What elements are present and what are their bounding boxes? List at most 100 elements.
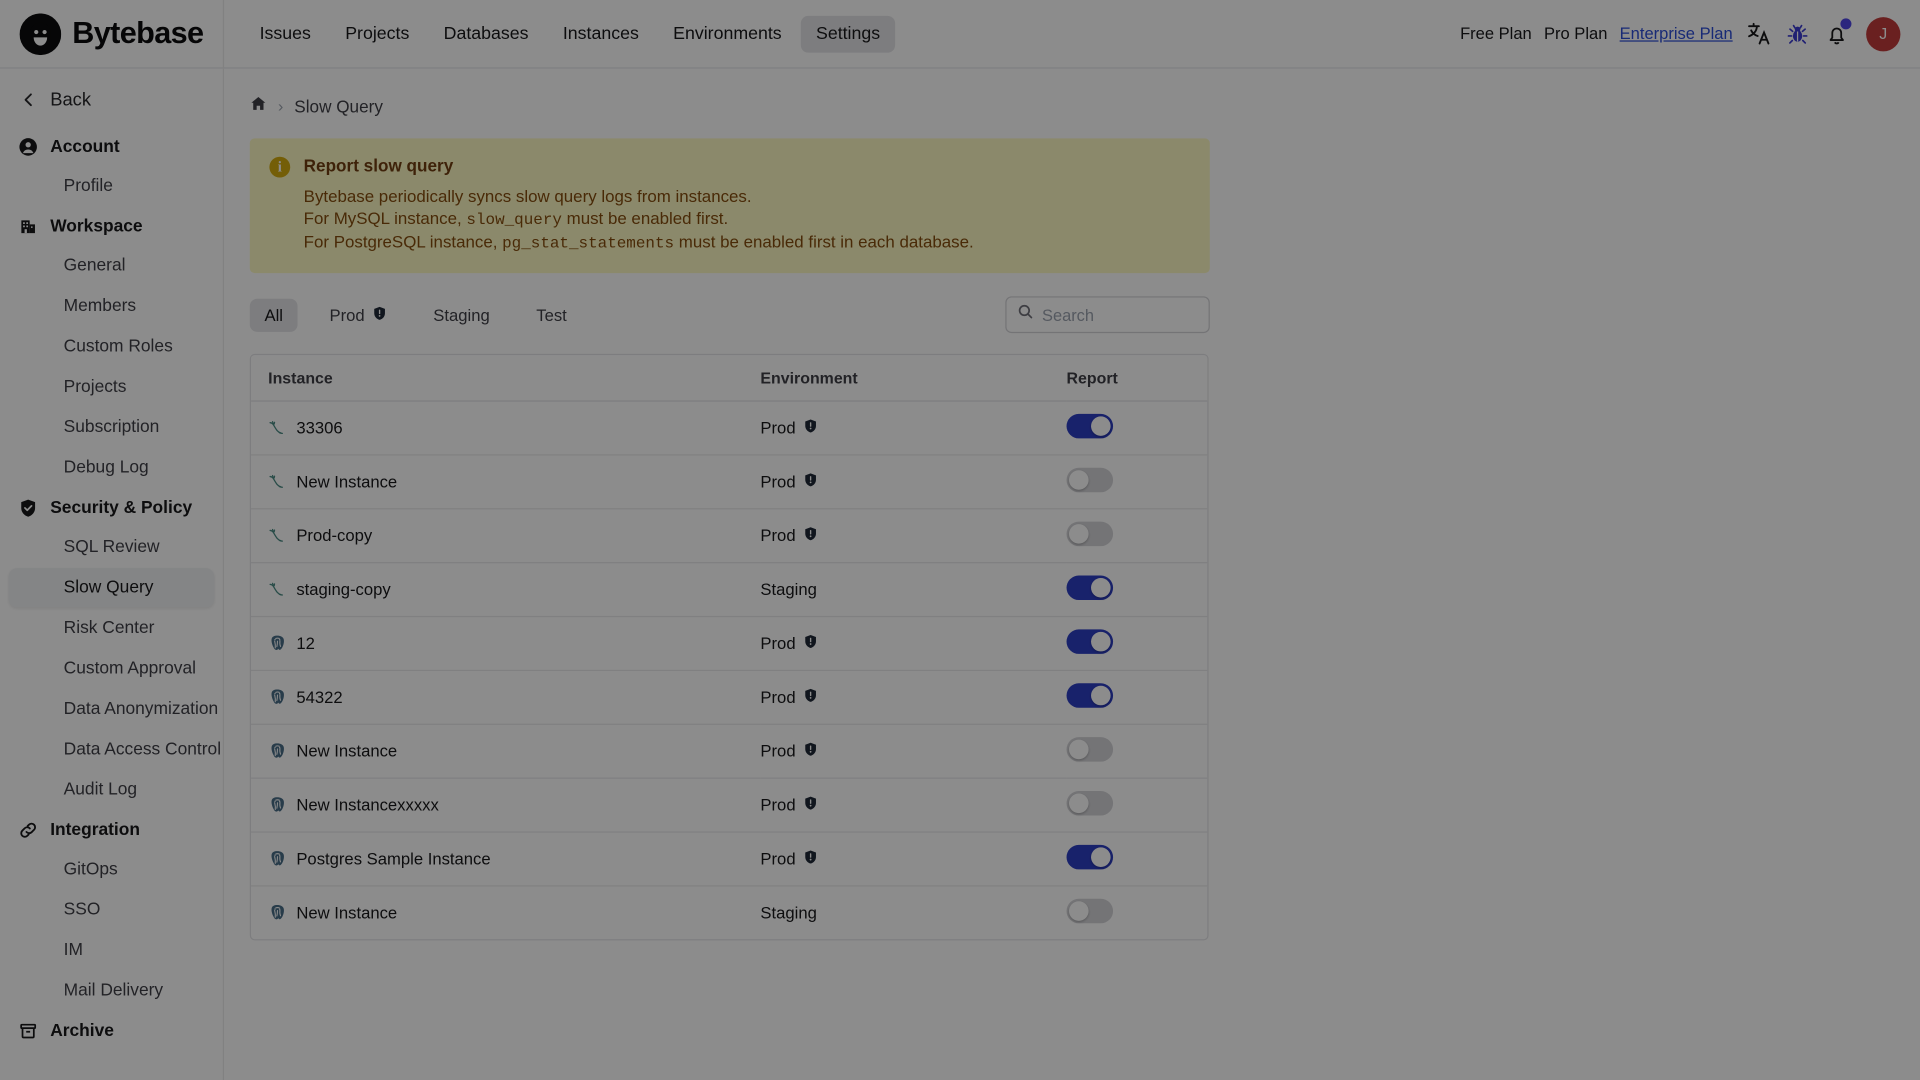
table-row[interactable]: Postgres Sample Instance Prod xyxy=(251,832,1208,887)
sidebar-group-account[interactable]: Account xyxy=(0,127,223,165)
nav-item-environments[interactable]: Environments xyxy=(658,15,796,52)
env-tab-staging-label: Staging xyxy=(433,305,490,324)
table-body: 33306 Prod New Instance Prod Prod-copy Prod st… xyxy=(251,401,1208,939)
sidebar-group-label: Integration xyxy=(50,819,140,840)
sidebar-group-label: Archive xyxy=(50,1020,114,1041)
brand[interactable]: Bytebase xyxy=(0,0,225,68)
translate-icon[interactable] xyxy=(1745,20,1772,47)
sidebar-item-data-access-control[interactable]: Data Access Control xyxy=(9,730,221,769)
sidebar-item-sql-review[interactable]: SQL Review xyxy=(9,528,215,567)
sidebar-item-custom-roles[interactable]: Custom Roles xyxy=(9,327,215,366)
sidebar-item-gitops[interactable]: GitOps xyxy=(9,850,215,889)
link-icon xyxy=(17,819,38,840)
sidebar-item-custom-approval[interactable]: Custom Approval xyxy=(9,649,215,688)
sidebar-item-members[interactable]: Members xyxy=(9,287,215,326)
nav-item-settings[interactable]: Settings xyxy=(801,15,895,53)
avatar[interactable]: J xyxy=(1866,16,1901,51)
cell-instance: New Instance xyxy=(251,454,761,510)
report-toggle[interactable] xyxy=(1066,683,1114,708)
env-tab-staging[interactable]: Staging xyxy=(419,298,505,331)
instance-name: New Instancexxxxx xyxy=(296,795,439,815)
alert-line-1-text: Bytebase periodically syncs slow query l… xyxy=(303,187,752,206)
nav-item-projects[interactable]: Projects xyxy=(331,15,425,52)
report-toggle[interactable] xyxy=(1066,629,1114,654)
building-icon xyxy=(17,216,38,237)
table-row[interactable]: Prod-copy Prod xyxy=(251,508,1208,564)
table-row[interactable]: 33306 Prod xyxy=(251,401,1208,456)
env-tab-prod[interactable]: Prod xyxy=(315,298,402,331)
report-toggle[interactable] xyxy=(1066,791,1114,816)
nav-item-databases[interactable]: Databases xyxy=(429,15,543,52)
report-toggle[interactable] xyxy=(1066,737,1114,762)
report-slow-query-alert: i Report slow query Bytebase periodicall… xyxy=(249,138,1210,274)
sidebar-item-profile[interactable]: Profile xyxy=(9,167,215,206)
postgres-icon xyxy=(268,796,286,814)
environment-name: Prod xyxy=(760,795,796,815)
cell-report xyxy=(1066,401,1208,456)
table-row[interactable]: New Instance Staging xyxy=(251,886,1207,939)
slow-query-panel: i Report slow query Bytebase periodicall… xyxy=(224,116,1210,941)
cell-environment: Prod xyxy=(760,778,1067,833)
bell-icon[interactable] xyxy=(1823,17,1852,47)
sidebar-item-projects[interactable]: Projects xyxy=(9,367,215,406)
sidebar-group-workspace[interactable]: Workspace xyxy=(0,207,223,245)
toggle-knob xyxy=(1068,739,1089,760)
sidebar-item-im[interactable]: IM xyxy=(9,931,215,970)
bug-icon[interactable] xyxy=(1784,20,1811,47)
environment-name: Prod xyxy=(760,472,796,492)
env-tab-all[interactable]: All xyxy=(249,298,298,332)
env-tab-test[interactable]: Test xyxy=(522,298,582,331)
sidebar-item-general[interactable]: General xyxy=(9,246,215,285)
search-input[interactable]: Search xyxy=(1005,296,1210,334)
cell-instance: staging-copy xyxy=(251,562,761,618)
sidebar-group-security-policy[interactable]: Security & Policy xyxy=(0,489,223,527)
alert-title: Report slow query xyxy=(303,155,454,176)
sidebar-item-subscription[interactable]: Subscription xyxy=(9,408,215,447)
mysql-icon xyxy=(268,419,286,437)
sidebar-item-debug-log[interactable]: Debug Log xyxy=(9,448,215,487)
report-toggle[interactable] xyxy=(1066,844,1114,870)
sidebar-item-risk-center[interactable]: Risk Center xyxy=(9,609,215,648)
table-row[interactable]: staging-copy Staging xyxy=(251,562,1208,618)
table-row[interactable]: New Instancexxxxx Prod xyxy=(251,778,1208,833)
toggle-knob xyxy=(1068,524,1089,544)
sidebar-group-integration[interactable]: Integration xyxy=(0,811,223,849)
shield-exclamation-icon xyxy=(803,742,818,760)
enterprise-plan-link[interactable]: Enterprise Plan xyxy=(1620,24,1733,42)
instance-name: Postgres Sample Instance xyxy=(296,849,491,869)
env-tab-prod-label: Prod xyxy=(329,305,365,324)
report-toggle[interactable] xyxy=(1066,521,1114,547)
report-toggle[interactable] xyxy=(1066,575,1114,601)
environment-name: Prod xyxy=(760,742,796,761)
nav-item-instances[interactable]: Instances xyxy=(548,15,653,52)
table-row[interactable]: New Instance Prod xyxy=(251,724,1208,779)
table-row[interactable]: 54322 Prod xyxy=(251,670,1208,725)
sidebar-group-label: Security & Policy xyxy=(50,497,193,518)
report-toggle[interactable] xyxy=(1066,467,1114,493)
table-row[interactable]: 12 Prod xyxy=(251,616,1208,672)
back-button[interactable]: Back xyxy=(0,86,223,114)
cell-instance: New Instancexxxxx xyxy=(251,778,761,833)
home-icon[interactable] xyxy=(250,96,267,117)
sidebar: Back Account Profile Workspace General M… xyxy=(0,68,225,1080)
sidebar-item-sso[interactable]: SSO xyxy=(9,890,215,929)
sidebar-item-data-anonymization[interactable]: Data Anonymization xyxy=(9,689,219,728)
main-content: › Slow Query i Report slow query Bytebas… xyxy=(224,68,1920,1080)
free-plan-label[interactable]: Free Plan xyxy=(1460,24,1532,42)
sidebar-item-slow-query[interactable]: Slow Query xyxy=(8,568,215,608)
sidebar-group-label: Workspace xyxy=(50,216,143,236)
pro-plan-label[interactable]: Pro Plan xyxy=(1544,24,1607,42)
report-toggle[interactable] xyxy=(1066,413,1114,439)
table-row[interactable]: New Instance Prod xyxy=(251,454,1208,510)
report-toggle[interactable] xyxy=(1066,898,1114,924)
alert-line-2-code: slow_query xyxy=(466,211,562,230)
sidebar-group-archive[interactable]: Archive xyxy=(0,1011,223,1049)
instance-name: 12 xyxy=(296,634,315,653)
nav-item-issues[interactable]: Issues xyxy=(245,15,326,52)
cell-instance: New Instance xyxy=(251,886,760,939)
sidebar-item-audit-log[interactable]: Audit Log xyxy=(9,770,215,809)
chevron-left-icon xyxy=(18,89,39,110)
cell-environment: Prod xyxy=(760,401,1067,456)
sidebar-item-mail-delivery[interactable]: Mail Delivery xyxy=(9,971,215,1010)
filter-row: All Prod Staging Test Search xyxy=(249,294,1210,336)
